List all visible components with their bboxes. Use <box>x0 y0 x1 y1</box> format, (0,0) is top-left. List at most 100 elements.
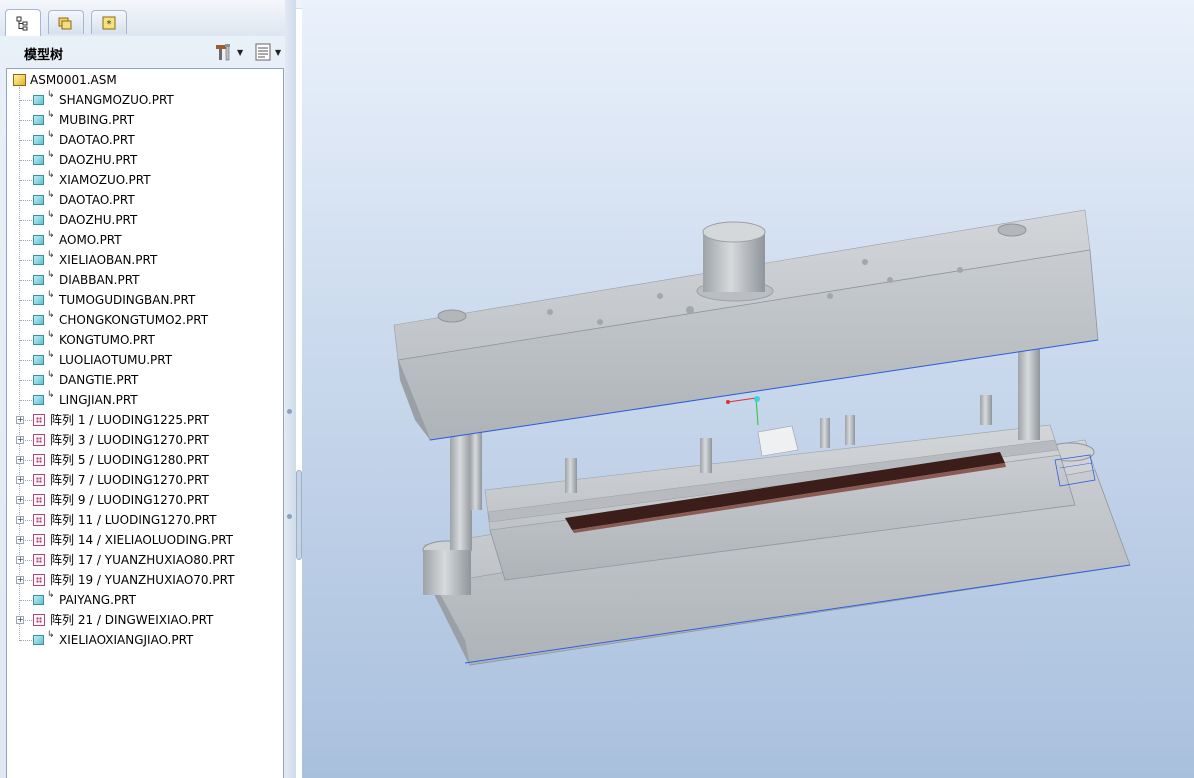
tree-item-label: TUMOGUDINGBAN.PRT <box>59 293 196 307</box>
placement-icon: ↳ <box>47 350 55 360</box>
tab-model-tree[interactable] <box>5 9 41 36</box>
pattern-icon <box>33 494 45 506</box>
tree-item-pattern[interactable]: + 阵列 3 / LUODING1270.PRT <box>7 430 283 450</box>
placement-icon: ↳ <box>47 310 55 320</box>
part-icon <box>33 315 44 325</box>
tree-item-pattern[interactable]: + 阵列 14 / XIELIAOLUODING.PRT <box>7 530 283 550</box>
tree-item-pattern[interactable]: + 阵列 9 / LUODING1270.PRT <box>7 490 283 510</box>
tree-item-part[interactable]: ↳ LINGJIAN.PRT <box>7 390 283 410</box>
tree-connector <box>20 200 32 201</box>
pattern-icon <box>33 514 45 526</box>
tree-item-pattern[interactable]: + 阵列 21 / DINGWEIXIAO.PRT <box>7 610 283 630</box>
tree-root-label: ASM0001.ASM <box>30 73 117 87</box>
tree-item-part[interactable]: ↳ CHONGKONGTUMO2.PRT <box>7 310 283 330</box>
tree-item-pattern[interactable]: + 阵列 19 / YUANZHUXIAO70.PRT <box>7 570 283 590</box>
expand-icon[interactable]: + <box>16 436 24 444</box>
tree-item-label: MUBING.PRT <box>59 113 135 127</box>
placement-icon: ↳ <box>47 290 55 300</box>
placement-icon: ↳ <box>47 90 55 100</box>
tree-connector <box>20 320 32 321</box>
tab-favorites[interactable]: * <box>91 10 127 34</box>
placement-icon: ↳ <box>47 110 55 120</box>
graphics-viewport[interactable] <box>302 0 1194 778</box>
tree-item-pattern[interactable]: + 阵列 1 / LUODING1225.PRT <box>7 410 283 430</box>
tree-item-label: DAOTAO.PRT <box>59 193 135 207</box>
tree-item-label: 阵列 9 / LUODING1270.PRT <box>50 493 209 507</box>
expand-icon[interactable]: + <box>16 496 24 504</box>
tree-connector <box>20 180 32 181</box>
placement-icon: ↳ <box>47 250 55 260</box>
tree-settings-icon <box>216 44 230 61</box>
tree-settings-button[interactable]: ▼ <box>214 41 243 63</box>
chevron-down-icon: ▼ <box>275 47 282 57</box>
panel-title: 模型树 <box>24 48 64 63</box>
tree-connector <box>20 260 32 261</box>
tree-item-label: PAIYANG.PRT <box>59 593 136 607</box>
pattern-icon <box>33 554 45 566</box>
tree-item-part[interactable]: ↳ PAIYANG.PRT <box>7 590 283 610</box>
expand-icon[interactable]: + <box>16 456 24 464</box>
pattern-icon <box>33 414 45 426</box>
tree-item-label: AOMO.PRT <box>59 233 122 247</box>
tree-item-part[interactable]: ↳ DAOTAO.PRT <box>7 190 283 210</box>
part-icon <box>33 275 44 285</box>
tree-item-pattern[interactable]: + 阵列 11 / LUODING1270.PRT <box>7 510 283 530</box>
tree-item-pattern[interactable]: + 阵列 7 / LUODING1270.PRT <box>7 470 283 490</box>
tree-item-part[interactable]: ↳ KONGTUMO.PRT <box>7 330 283 350</box>
expand-icon[interactable]: + <box>16 576 24 584</box>
expand-icon[interactable]: + <box>16 536 24 544</box>
panel-splitter[interactable] <box>285 0 296 778</box>
show-options-icon <box>255 43 271 61</box>
tree-item-label: 阵列 11 / LUODING1270.PRT <box>50 513 217 527</box>
tree-item-pattern[interactable]: + 阵列 17 / YUANZHUXIAO80.PRT <box>7 550 283 570</box>
tree-item-part[interactable]: ↳ AOMO.PRT <box>7 230 283 250</box>
expand-icon[interactable]: + <box>16 516 24 524</box>
tree-item-part[interactable]: ↳ DANGTIE.PRT <box>7 370 283 390</box>
tree-item-part[interactable]: ↳ MUBING.PRT <box>7 110 283 130</box>
show-options-button[interactable]: ▼ <box>254 41 281 63</box>
part-icon <box>33 95 44 105</box>
tree-connector <box>20 400 32 401</box>
tree-item-part[interactable]: ↳ DAOTAO.PRT <box>7 130 283 150</box>
tree-connector <box>20 380 32 381</box>
placement-icon: ↳ <box>47 590 55 600</box>
part-icon <box>33 295 44 305</box>
tree-connector <box>20 100 32 101</box>
tree-connector <box>20 360 32 361</box>
tree-root[interactable]: ASM0001.ASM <box>7 70 283 90</box>
tree-connector <box>20 140 32 141</box>
tree-item-part[interactable]: ↳ TUMOGUDINGBAN.PRT <box>7 290 283 310</box>
tree-item-label: DAOZHU.PRT <box>59 153 138 167</box>
part-icon <box>33 215 44 225</box>
tree-item-part[interactable]: ↳ XIELIAOBAN.PRT <box>7 250 283 270</box>
expand-icon[interactable]: + <box>16 476 24 484</box>
expand-icon[interactable]: + <box>16 616 24 624</box>
tree-item-part[interactable]: ↳ SHANGMOZUO.PRT <box>7 90 283 110</box>
tree-item-pattern[interactable]: + 阵列 5 / LUODING1280.PRT <box>7 450 283 470</box>
part-icon <box>33 355 44 365</box>
placement-icon: ↳ <box>47 330 55 340</box>
tree-item-part[interactable]: ↳ XIAMOZUO.PRT <box>7 170 283 190</box>
panel-tabbar: * <box>0 0 296 36</box>
tree-connector <box>20 600 32 601</box>
tree-item-part[interactable]: ↳ DAOZHU.PRT <box>7 210 283 230</box>
pattern-icon <box>33 534 45 546</box>
expand-icon[interactable]: + <box>16 556 24 564</box>
placement-icon: ↳ <box>47 370 55 380</box>
assembly-icon <box>13 74 26 86</box>
chevron-down-icon: ▼ <box>237 47 244 57</box>
coordinate-triad <box>726 396 760 426</box>
tree-item-label: LUOLIAOTUMU.PRT <box>59 353 173 367</box>
expand-icon[interactable]: + <box>16 416 24 424</box>
tree-item-part[interactable]: ↳ LUOLIAOTUMU.PRT <box>7 350 283 370</box>
tree-item-label: 阵列 7 / LUODING1270.PRT <box>50 473 209 487</box>
tree-item-part[interactable]: ↳ DAOZHU.PRT <box>7 150 283 170</box>
tree-item-part[interactable]: ↳ XIELIAOXIANGJIAO.PRT <box>7 630 283 650</box>
tree-item-label: 阵列 1 / LUODING1225.PRT <box>50 413 209 427</box>
tree-connector <box>20 300 32 301</box>
tree-item-part[interactable]: ↳ DIABBAN.PRT <box>7 270 283 290</box>
placement-icon: ↳ <box>47 270 55 280</box>
tab-folder-browser[interactable] <box>48 10 84 34</box>
tree-connector <box>20 280 32 281</box>
tree-item-label: 阵列 14 / XIELIAOLUODING.PRT <box>50 533 233 547</box>
